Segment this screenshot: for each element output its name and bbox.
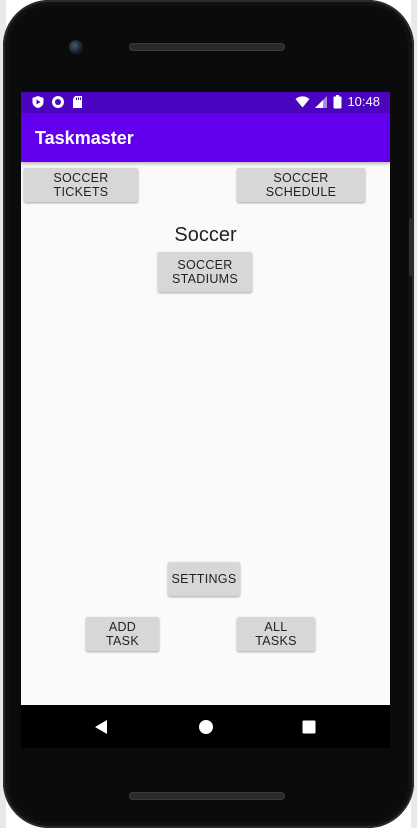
signal-icon <box>314 95 328 109</box>
status-time: 10:48 <box>347 94 380 109</box>
app-screen: 10:48 Taskmaster SOCCER TICKETS SOCCER S… <box>21 92 390 705</box>
bottom-speaker <box>129 792 285 800</box>
back-icon[interactable] <box>91 717 111 737</box>
front-camera-icon <box>69 40 83 54</box>
battery-icon <box>333 94 342 109</box>
recents-icon[interactable] <box>299 717 319 737</box>
circle-notification-icon <box>51 95 65 109</box>
soccer-schedule-button[interactable]: SOCCER SCHEDULE <box>237 168 365 202</box>
app-title: Taskmaster <box>35 128 134 148</box>
soccer-stadiums-button[interactable]: SOCCER STADIUMS <box>158 252 252 292</box>
app-toolbar: Taskmaster <box>21 113 390 162</box>
home-icon[interactable] <box>196 717 216 737</box>
wifi-icon <box>295 95 310 109</box>
add-task-button[interactable]: ADD TASK <box>86 617 159 651</box>
power-button[interactable] <box>409 218 414 276</box>
settings-button[interactable]: SETTINGS <box>168 562 240 596</box>
status-bar: 10:48 <box>21 92 390 113</box>
earpiece-speaker <box>129 43 285 51</box>
all-tasks-button[interactable]: ALL TASKS <box>237 617 315 651</box>
page-heading: Soccer <box>174 224 237 246</box>
sd-card-icon <box>71 95 85 109</box>
soccer-tickets-button[interactable]: SOCCER TICKETS <box>24 168 138 202</box>
system-navigation-bar <box>21 705 390 748</box>
play-protect-icon <box>31 95 45 109</box>
